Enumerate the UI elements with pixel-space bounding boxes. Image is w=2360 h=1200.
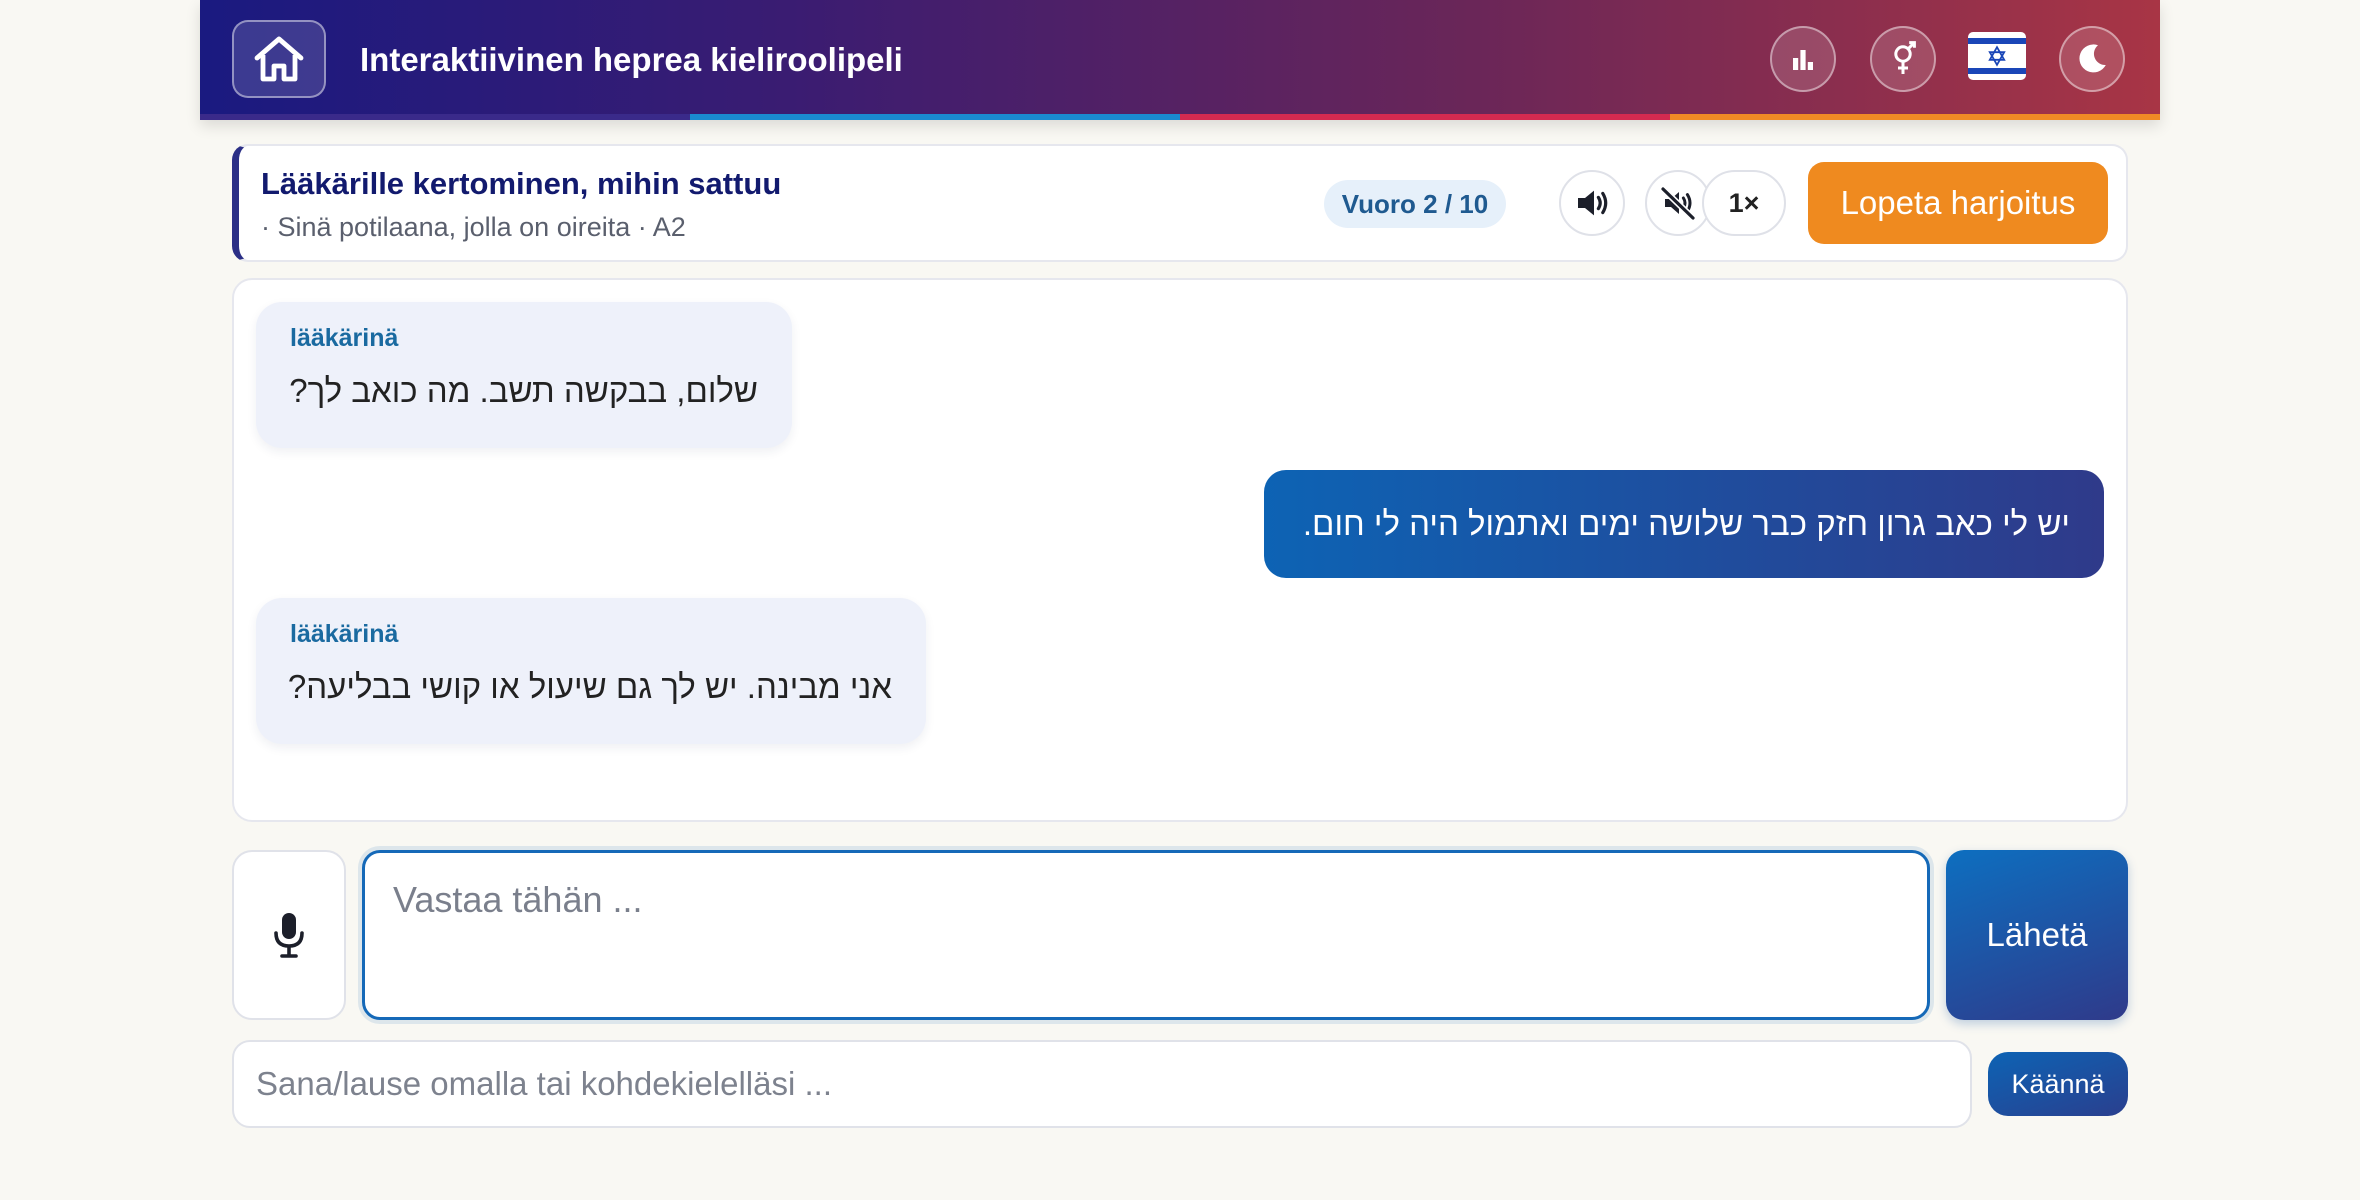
message-text: אני מבינה. יש לך גם שיעול או קושי בבליעה… (287, 668, 892, 705)
stats-icon (1793, 50, 1813, 70)
app-title: Interaktiivinen heprea kieliroolipeli (360, 41, 903, 78)
dark-mode-button[interactable] (2059, 26, 2125, 92)
speaker-icon (1578, 190, 1608, 216)
home-icon (254, 36, 304, 82)
moon-icon (2079, 44, 2106, 73)
app-header: Interaktiivinen heprea kieliroolipeli (200, 0, 2160, 120)
reply-input[interactable] (362, 850, 1930, 1020)
mute-icon (1659, 185, 1697, 221)
message-text: שלום, בבקשה תשב. מה כואב לך? (289, 372, 758, 409)
scenario-card: Lääkärille kertominen, mihin sattuu · Si… (232, 144, 2128, 262)
home-button[interactable] (232, 20, 326, 98)
partner-message: lääkärinä שלום, בבקשה תשב. מה כואב לך? (256, 302, 792, 448)
stats-button[interactable] (1770, 26, 1836, 92)
message-role-label: lääkärinä (290, 620, 399, 648)
translate-input[interactable] (232, 1040, 1972, 1128)
turn-counter: Vuoro 2 / 10 (1324, 180, 1506, 228)
speaker-button[interactable] (1559, 170, 1625, 236)
microphone-icon (274, 913, 304, 958)
message-role-label: lääkärinä (290, 324, 399, 352)
microphone-button[interactable] (232, 850, 346, 1020)
speed-button[interactable]: 1× (1702, 170, 1786, 236)
user-message: יש לי כאב גרון חזק כבר שלושה ימים ואתמול… (1264, 470, 2104, 578)
translate-button[interactable]: Käännä (1988, 1052, 2128, 1116)
send-button[interactable]: Lähetä (1946, 850, 2128, 1020)
israel-flag-icon[interactable] (1968, 32, 2026, 80)
scenario-subtitle: · Sinä potilaana, jolla on oireita · A2 (261, 212, 686, 242)
gender-icon (1894, 41, 1916, 74)
header-stripe (200, 114, 2160, 120)
scenario-title: Lääkärille kertominen, mihin sattuu (261, 166, 782, 201)
stop-practice-button[interactable]: Lopeta harjoitus (1808, 162, 2108, 244)
gender-button[interactable] (1870, 26, 1936, 92)
partner-message: lääkärinä אני מבינה. יש לך גם שיעול או ק… (256, 598, 926, 744)
chat-log: lääkärinä שלום, בבקשה תשב. מה כואב לך? י… (232, 278, 2128, 822)
